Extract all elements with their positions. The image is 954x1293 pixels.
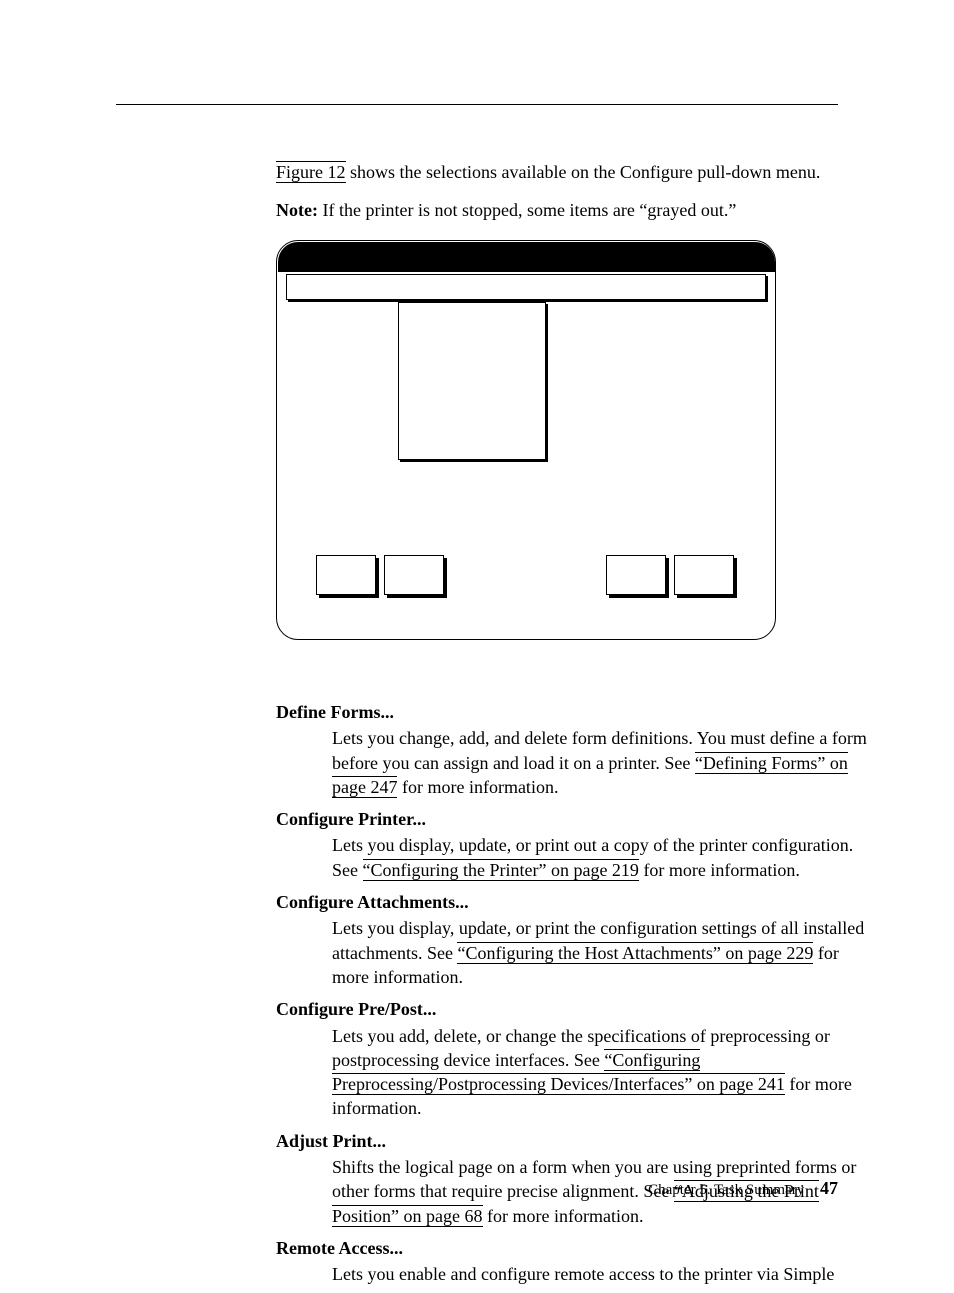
definition-text: for more information. <box>639 860 800 880</box>
definition-term: Configure Attachments... <box>276 890 868 914</box>
figure-button <box>674 555 734 595</box>
intro-paragraph: Figure 12 shows the selections available… <box>276 160 868 184</box>
figure-titlebar <box>278 242 775 272</box>
definition-text: for more information. <box>397 777 558 797</box>
figure-reference-link[interactable]: Figure 12 <box>276 161 346 183</box>
page: Figure 12 shows the selections available… <box>0 0 954 1235</box>
page-footer: Chapter 5. Task Summary 47 <box>648 1178 838 1199</box>
definition-term: Adjust Print... <box>276 1129 868 1153</box>
definition-term: Remote Access... <box>276 1236 868 1260</box>
definition-description: Lets you change, add, and delete form de… <box>332 726 868 799</box>
definition-text: Lets you add, delete, or change the spec… <box>332 1026 830 1070</box>
cross-reference-link[interactable]: “Configuring the Printer” on page 219 <box>363 859 639 881</box>
figure-button <box>606 555 666 595</box>
intro-block: Figure 12 shows the selections available… <box>276 160 868 237</box>
cross-reference-link[interactable]: “Configuring the Host Attachments” on pa… <box>457 942 813 964</box>
definition-text: for more information. <box>483 1206 644 1226</box>
definition-list: Define Forms...Lets you change, add, and… <box>276 692 868 1293</box>
note-label: Note: <box>276 200 318 220</box>
figure-button <box>384 555 444 595</box>
definition-description: Lets you add, delete, or change the spec… <box>332 1024 868 1121</box>
footer-chapter: Chapter 5. Task Summary <box>648 1182 804 1198</box>
definition-term: Define Forms... <box>276 700 868 724</box>
figure-button <box>316 555 376 595</box>
definition-term: Configure Printer... <box>276 807 868 831</box>
definition-description: Lets you display, update, or print the c… <box>332 916 868 989</box>
definition-term: Configure Pre/Post... <box>276 997 868 1021</box>
figure-12 <box>276 240 776 640</box>
figure-dropdown-panel <box>398 302 546 460</box>
note-body: If the printer is not stopped, some item… <box>318 200 736 220</box>
definition-description: Lets you enable and configure remote acc… <box>332 1262 868 1286</box>
figure-menubar <box>286 274 766 300</box>
footer-page-number: 47 <box>820 1178 838 1198</box>
definition-description: Lets you display, update, or print out a… <box>332 833 868 882</box>
page-rule <box>116 104 838 105</box>
note-paragraph: Note: If the printer is not stopped, som… <box>276 198 868 222</box>
intro-text: shows the selections available on the Co… <box>346 162 821 182</box>
definition-text: Lets you enable and configure remote acc… <box>332 1264 834 1284</box>
